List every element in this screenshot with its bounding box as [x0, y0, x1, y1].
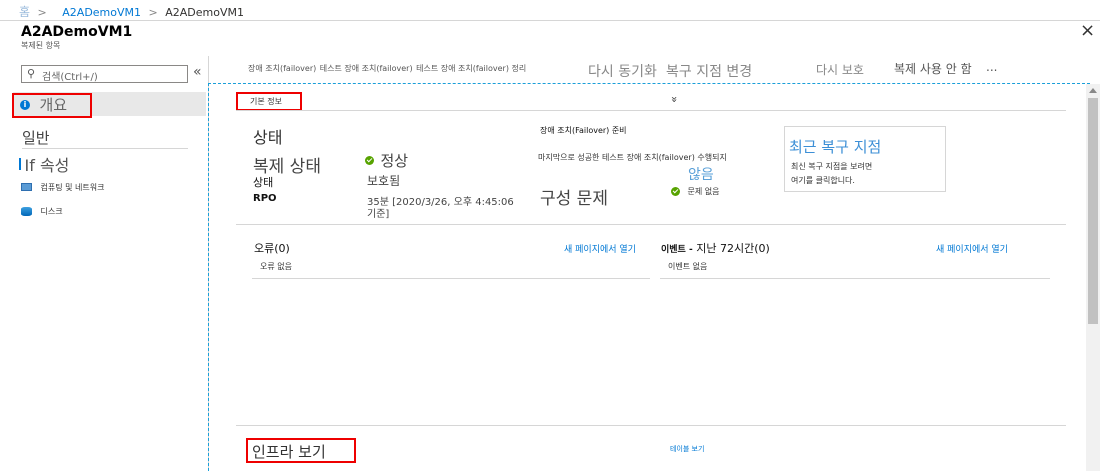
sidebar-section-divider: [22, 148, 188, 149]
scroll-up-arrow[interactable]: [1089, 88, 1097, 93]
cleanup-test-failover-button[interactable]: 테스트 장애 조치(failover) 정리: [416, 64, 526, 73]
breadcrumb-separator: >: [148, 6, 158, 19]
more-button[interactable]: ...: [986, 60, 997, 74]
recovery-point-heading[interactable]: 최근 복구 지점: [789, 136, 881, 157]
collapse-sidebar-icon[interactable]: «: [193, 64, 202, 80]
no-issues-check-icon: [671, 186, 680, 196]
breadcrumb-home[interactable]: 홈: [19, 5, 30, 19]
failover-readiness-heading: 장애 조치(Failover) 준비: [540, 126, 627, 135]
sidebar-item-compute-network-label: 컴퓨팅 및 네트워크: [40, 182, 105, 192]
config-issues-heading: 구성 문제: [540, 189, 608, 209]
sidebar-item-disks[interactable]: 디스크: [21, 204, 63, 217]
status-heading: 상태: [253, 128, 283, 147]
errors-open-link[interactable]: 새 페이지에서 열기: [564, 242, 636, 255]
events-empty-text: 이벤트 없음: [668, 262, 708, 271]
resync-button[interactable]: 다시 동기화: [588, 61, 657, 81]
sidebar-item-properties-label: If 속성: [24, 156, 70, 175]
content-frame: [208, 83, 1090, 471]
state-label: 상태: [253, 176, 274, 189]
page-subtitle: 복제된 항목: [21, 41, 61, 50]
events-heading-bold: 이벤트 -: [661, 245, 693, 255]
breadcrumb-divider: [0, 20, 1100, 21]
sidebar-item-compute-network[interactable]: 컴퓨팅 및 네트워크: [21, 180, 104, 193]
table-view-link[interactable]: 테이블 보기: [670, 444, 704, 454]
recovery-point-desc-line2: 여기를 클릭합니다.: [791, 176, 855, 185]
overview-highlight: [12, 93, 92, 118]
change-recovery-point-button[interactable]: 복구 지점 변경: [666, 61, 752, 81]
disk-icon: [21, 206, 32, 216]
last-test-failover-value[interactable]: 않음: [688, 164, 714, 184]
properties-icon: [19, 158, 21, 170]
config-issues-text: 문제 없음: [687, 186, 720, 196]
last-test-failover-label: 마지막으로 성공한 테스트 장애 조치(failover) 수행되지: [538, 153, 727, 162]
healthy-check-icon: [365, 156, 374, 165]
toolbar: 장애 조치(failover) 테스트 장애 조치(failover) 테스트 …: [248, 61, 526, 81]
events-open-link[interactable]: 새 페이지에서 열기: [936, 242, 1008, 255]
search-icon: ⚲: [27, 67, 36, 80]
failover-button[interactable]: 장애 조치(failover): [248, 64, 316, 73]
recovery-point-desc-line1: 최신 복구 지점을 보려면: [791, 162, 873, 171]
disable-replication-button[interactable]: 복제 사용 안 함: [894, 60, 972, 77]
config-issues-value: 문제 없음: [671, 184, 719, 197]
compute-network-icon: [21, 183, 32, 191]
close-icon[interactable]: ×: [1080, 20, 1095, 41]
overview-divider: [236, 224, 1066, 225]
state-value: 보호됨: [367, 174, 401, 188]
breadcrumb-item-current: A2ADemoVM1: [165, 6, 244, 19]
sidebar-search-input[interactable]: ⚲ 검색(Ctrl+/): [21, 65, 188, 83]
rpo-label: RPO: [253, 193, 277, 204]
breadcrumb-item-vault[interactable]: A2ADemoVM1: [62, 6, 141, 19]
page-title: A2ADemoVM1: [21, 24, 133, 40]
errors-empty-text: 오류 없음: [260, 262, 292, 271]
expand-essentials-glyph: »: [667, 96, 681, 103]
breadcrumb-separator: >: [37, 6, 47, 19]
events-heading: 이벤트 - 지난 72시간(0): [661, 240, 770, 256]
events-heading-range: 지난 72시간(0): [696, 242, 770, 255]
reprotect-button[interactable]: 다시 보호: [816, 61, 864, 78]
scrollbar[interactable]: [1086, 84, 1100, 471]
breadcrumb: 홈 > A2ADemoVM1 > A2ADemoVM1: [19, 3, 244, 20]
expand-essentials-icon[interactable]: »: [668, 96, 681, 103]
replication-health-text: 정상: [380, 152, 409, 170]
essentials-highlight: [236, 92, 302, 111]
infra-divider: [236, 425, 1066, 426]
sidebar-section-general: 일반: [22, 129, 50, 147]
scrollbar-thumb[interactable]: [1088, 98, 1098, 324]
sidebar-item-properties[interactable]: If 속성: [19, 152, 69, 176]
infra-view-highlight: [246, 438, 356, 463]
errors-heading: 오류(0): [254, 242, 290, 255]
rpo-value-line2: 기준]: [367, 209, 390, 220]
sidebar-item-disks-label: 디스크: [40, 206, 63, 216]
events-divider: [660, 278, 1050, 279]
errors-divider: [252, 278, 650, 279]
search-placeholder: 검색(Ctrl+/): [42, 72, 98, 83]
replication-health-value: 정상: [365, 150, 408, 171]
essentials-divider: [236, 110, 1066, 111]
test-failover-button[interactable]: 테스트 장애 조치(failover): [320, 64, 413, 73]
